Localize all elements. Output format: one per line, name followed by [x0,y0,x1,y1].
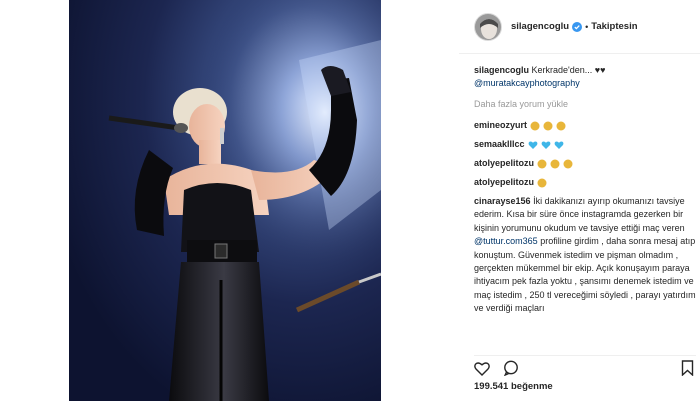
clapping-hands-icon [556,121,566,131]
comment-item: atolyepelitozu [474,157,696,170]
likes-count[interactable]: 199.541 beğenme [474,381,553,392]
comment-text-continued: profiline girdim , daha sonra mesaj atıp… [474,236,696,314]
heart-icon[interactable] [474,361,490,378]
comments-list: silagencoglu Kerkrade'den... ♥♥ @muratak… [474,64,696,347]
comment-username[interactable]: cinarayse156 [474,196,531,206]
header-username[interactable]: silagencoglu [511,21,569,32]
likes-label: beğenme [510,381,553,392]
post-sidebar: silagencoglu • Takiptesin silagencoglu K… [459,0,700,401]
comment-username[interactable]: semaaklllcc [474,138,525,151]
comment-item: emineozyurt [474,119,696,132]
load-more-comments[interactable]: Daha fazla yorum yükle [474,98,696,111]
clapping-hands-icon [563,159,573,169]
clapping-hands-icon [550,159,560,169]
comment-mention-link[interactable]: @tuttur.com365 [474,236,538,246]
caption-username[interactable]: silagencoglu [474,65,529,75]
instagram-post: silagencoglu • Takiptesin silagencoglu K… [0,0,700,401]
comment-username[interactable]: emineozyurt [474,119,527,132]
comment-icon[interactable] [503,360,519,378]
avatar[interactable] [474,12,502,41]
clapping-hands-icon [530,121,540,131]
caption-mention-link[interactable]: @muratakcayphotography [474,78,580,88]
clapping-hands-icon [537,159,547,169]
clapping-hands-icon [543,121,553,131]
action-bar [474,355,696,379]
post-header: silagencoglu • Takiptesin [459,0,700,54]
blue-heart-icon [554,140,564,150]
caption-text: Kerkrade'den... ♥♥ [531,65,606,75]
blue-heart-icon [541,140,551,150]
likes-number: 199.541 [474,381,509,392]
bookmark-icon[interactable] [681,360,694,378]
comment-username[interactable]: atolyepelitozu [474,157,534,170]
following-button[interactable]: Takiptesin [591,21,637,32]
verified-badge-icon [572,21,583,32]
caption: silagencoglu Kerkrade'den... ♥♥ @muratak… [474,64,696,90]
avatar-image [475,13,501,40]
comment-item-long: cinarayse156 İki dakikanızı ayırıp okuma… [474,195,696,316]
blue-heart-icon [528,140,538,150]
comment-item: atolyepelitozu [474,176,696,189]
comment-item: semaaklllcc [474,138,696,151]
concert-photo-illustration [69,0,381,401]
clapping-hands-icon [537,178,547,188]
header-separator: • [585,21,589,32]
post-photo[interactable] [69,0,381,401]
comment-username[interactable]: atolyepelitozu [474,176,534,189]
